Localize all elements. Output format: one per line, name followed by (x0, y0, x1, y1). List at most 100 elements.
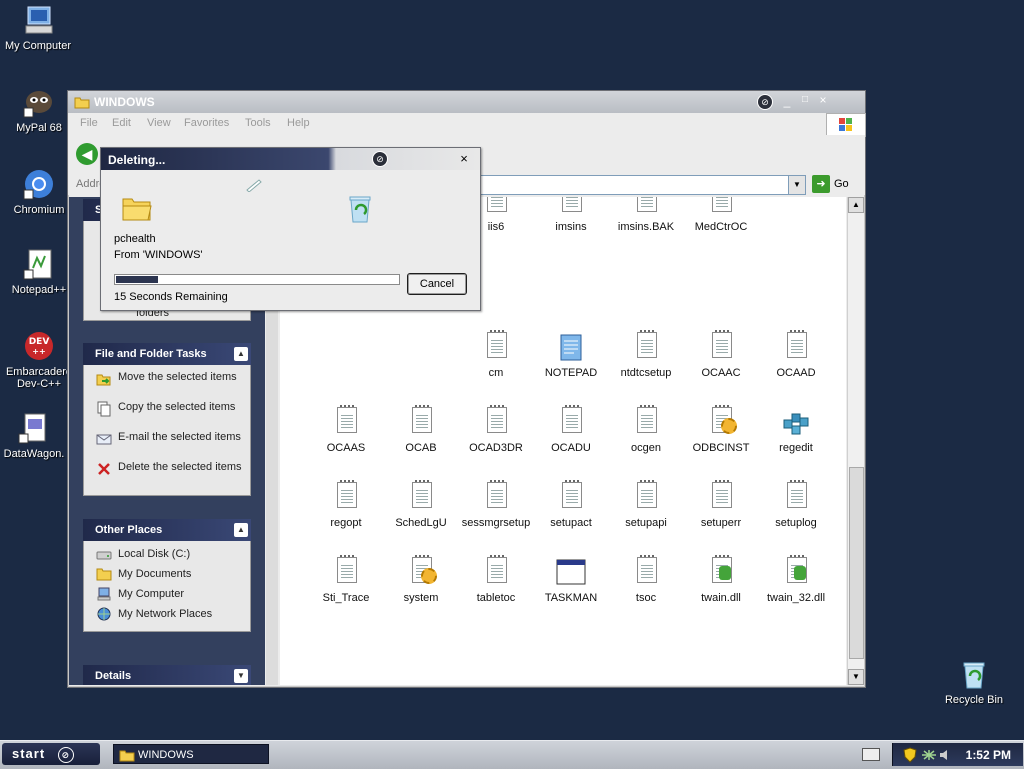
document-icon (630, 197, 662, 217)
file-name: OCAAD (776, 367, 816, 379)
place-local-disk[interactable]: Local Disk (C:) (96, 547, 246, 567)
explorer-titlebar[interactable]: WINDOWS ⊘ _ □ × (68, 91, 865, 113)
file-item[interactable]: regopt (309, 480, 383, 529)
task-email[interactable]: E-mail the selected items (96, 431, 246, 461)
desktop-icon-mypal[interactable]: MyPal 68 (1, 86, 77, 134)
file-item[interactable]: NOTEPAD (534, 331, 608, 379)
network-tray-icon[interactable] (921, 749, 937, 761)
details-header[interactable]: Details ▼ (83, 665, 251, 685)
place-my-documents[interactable]: My Documents (96, 567, 246, 587)
theme-badge-icon: ⊘ (57, 747, 74, 763)
file-item[interactable]: sessmgrsetup (459, 480, 533, 529)
file-item[interactable]: imsins.BAK (609, 197, 683, 233)
file-name: Sti_Trace (322, 592, 370, 604)
recycle-bin-icon (344, 192, 376, 227)
scroll-down-button[interactable]: ▼ (848, 669, 864, 685)
file-item[interactable]: OCAAS (309, 405, 383, 454)
file-item[interactable]: tsoc (609, 555, 683, 604)
file-item[interactable]: ODBCINST (684, 405, 758, 454)
file-folder-tasks-header[interactable]: File and Folder Tasks ▲ (83, 343, 251, 365)
file-name: setuplog (775, 517, 817, 529)
file-item[interactable]: OCAAC (684, 330, 758, 379)
file-item[interactable]: OCAB (384, 405, 458, 454)
file-item[interactable]: SchedLgU (384, 480, 458, 529)
file-item[interactable]: TASKMAN (534, 556, 608, 604)
theme-badge-icon: ⊘ (757, 94, 773, 110)
dialog-close-button[interactable]: × (457, 151, 471, 166)
puzzle-icon (780, 555, 812, 588)
collapse-icon[interactable]: ▲ (234, 523, 248, 537)
file-item[interactable]: setuplog (759, 480, 833, 529)
go-button[interactable]: Go (834, 178, 849, 190)
file-item[interactable]: setuperr (684, 480, 758, 529)
menu-edit[interactable]: Edit (112, 117, 131, 129)
file-item[interactable]: imsins (534, 197, 608, 233)
document-icon (405, 405, 437, 438)
file-item[interactable]: system (384, 555, 458, 604)
expand-icon[interactable]: ▼ (234, 669, 248, 683)
file-item[interactable]: setupact (534, 480, 608, 529)
dialog-titlebar[interactable]: Deleting... ⊘ × (101, 148, 480, 170)
file-item[interactable]: ocgen (609, 405, 683, 454)
place-my-computer[interactable]: My Computer (96, 587, 246, 607)
keyboard-icon[interactable] (862, 748, 880, 761)
file-name: tsoc (635, 592, 657, 604)
address-input[interactable] (478, 175, 806, 195)
document-icon (480, 555, 512, 588)
file-item[interactable]: twain.dll (684, 555, 758, 604)
file-item[interactable]: twain_32.dll (759, 555, 833, 604)
desktop-icon-recycle-bin[interactable]: Recycle Bin (936, 658, 1012, 706)
back-arrow-icon[interactable]: ◀ (76, 143, 98, 165)
file-item[interactable]: ntdtcsetup (609, 330, 683, 379)
address-dropdown-icon[interactable]: ▼ (788, 175, 806, 195)
deleting-dialog[interactable]: Deleting... ⊘ × pchealth From 'WINDOWS' … (100, 147, 481, 311)
file-item[interactable]: cm (459, 330, 533, 379)
menu-view[interactable]: View (147, 117, 171, 129)
go-arrow-icon[interactable]: ➜ (812, 175, 830, 193)
start-button[interactable]: start ⊘ (2, 743, 100, 765)
minimize-button[interactable]: _ (780, 94, 794, 108)
menu-tools[interactable]: Tools (245, 117, 271, 129)
file-name: ntdtcsetup (620, 367, 672, 379)
file-item[interactable]: setupapi (609, 480, 683, 529)
close-button[interactable]: × (816, 93, 830, 107)
volume-icon[interactable] (939, 749, 953, 761)
other-places-header[interactable]: Other Places ▲ (83, 519, 251, 541)
document-icon (780, 480, 812, 513)
file-name: ocgen (631, 442, 661, 454)
desktop-icon-chromium[interactable]: Chromium (1, 168, 77, 216)
window-title: WINDOWS (94, 95, 155, 109)
notepadpp-icon (23, 248, 55, 280)
taskbar-window-button[interactable]: WINDOWS (113, 744, 269, 764)
cancel-button[interactable]: Cancel (407, 273, 467, 295)
desktop-icon-notepadpp[interactable]: Notepad++ (1, 248, 77, 296)
theme-badge-icon: ⊘ (372, 151, 388, 167)
file-item[interactable]: tabletoc (459, 555, 533, 604)
file-item[interactable]: MedCtrOC (684, 197, 758, 233)
maximize-button[interactable]: □ (798, 94, 812, 108)
collapse-icon[interactable]: ▲ (234, 347, 248, 361)
file-item[interactable]: OCADU (534, 405, 608, 454)
file-item[interactable]: Sti_Trace (309, 555, 383, 604)
file-name: setupact (550, 517, 592, 529)
desktop-icon-my-computer[interactable]: My Computer (0, 4, 76, 52)
desktop-icon-datawagon[interactable]: DataWagon. (0, 412, 72, 460)
file-name: OCAAS (326, 442, 366, 454)
desktop-icon-devcpp[interactable]: DEV ++ Embarcadero Dev-C++ (1, 330, 77, 390)
delete-progress-bar (114, 274, 400, 285)
security-shield-icon[interactable] (903, 747, 917, 763)
file-item[interactable]: OCAAD (759, 330, 833, 379)
file-item[interactable]: OCAD3DR (459, 405, 533, 454)
task-copy[interactable]: Copy the selected items (96, 401, 246, 431)
vertical-scrollbar[interactable]: ▲ ▼ (847, 197, 864, 685)
menu-file[interactable]: File (80, 117, 98, 129)
scroll-up-button[interactable]: ▲ (848, 197, 864, 213)
menu-favorites[interactable]: Favorites (184, 117, 229, 129)
scroll-thumb[interactable] (849, 467, 864, 659)
menu-help[interactable]: Help (287, 117, 310, 129)
file-item[interactable]: regedit (759, 406, 833, 454)
document-icon (555, 405, 587, 438)
task-delete[interactable]: Delete the selected items (96, 461, 246, 491)
task-move[interactable]: Move the selected items (96, 371, 246, 401)
place-my-network[interactable]: My Network Places (96, 607, 246, 627)
